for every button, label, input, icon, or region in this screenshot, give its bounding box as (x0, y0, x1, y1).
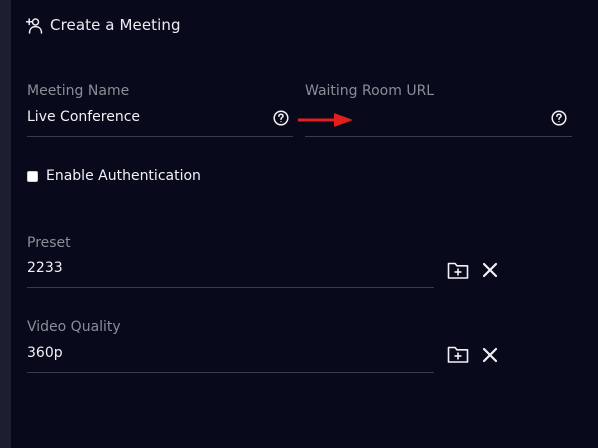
meeting-name-underline (27, 136, 293, 137)
folder-add-icon[interactable] (447, 343, 469, 365)
preset-label: Preset (27, 235, 71, 251)
add-user-icon (26, 17, 43, 34)
preset-underline (27, 287, 434, 288)
left-panel-edge (0, 0, 11, 448)
meeting-name-label: Meeting Name (27, 83, 130, 99)
help-icon[interactable] (273, 110, 289, 126)
page-header: Create a Meeting (26, 14, 181, 36)
video-quality-underline (27, 372, 434, 373)
enable-authentication-row[interactable]: Enable Authentication (27, 168, 201, 184)
close-icon[interactable] (479, 259, 501, 281)
video-quality-field: Video Quality 360p (27, 319, 434, 373)
meeting-name-field: Meeting Name Live Conference (27, 83, 293, 138)
enable-authentication-checkbox[interactable] (27, 170, 38, 182)
video-quality-label: Video Quality (27, 319, 121, 335)
waiting-room-url-field: Waiting Room URL (305, 83, 572, 138)
close-icon[interactable] (479, 344, 501, 366)
waiting-room-url-input[interactable] (305, 109, 535, 127)
enable-authentication-label[interactable]: Enable Authentication (46, 168, 201, 184)
preset-input[interactable]: 2233 (27, 260, 63, 276)
preset-field: Preset 2233 (27, 235, 434, 289)
help-icon[interactable] (551, 110, 567, 126)
page-title: Create a Meeting (50, 16, 181, 34)
meeting-name-input[interactable]: Live Conference (27, 109, 140, 125)
waiting-room-url-label: Waiting Room URL (305, 83, 435, 99)
waiting-room-url-underline (305, 136, 572, 137)
video-quality-input[interactable]: 360p (27, 345, 63, 361)
folder-add-icon[interactable] (447, 259, 469, 281)
